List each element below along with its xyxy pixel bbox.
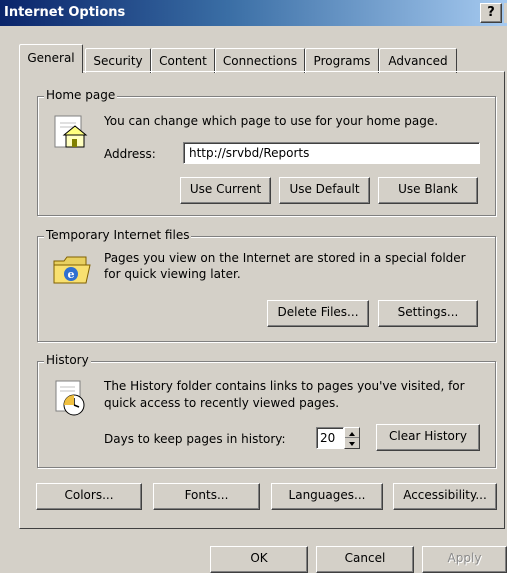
address-input[interactable]: http://srvbd/Reports: [183, 142, 480, 164]
window-title: Internet Options: [4, 5, 126, 20]
temporary-files-description-line-1: Pages you view on the Internet are store…: [104, 251, 466, 265]
home-page-description: You can change which page to use for you…: [104, 114, 439, 128]
days-input[interactable]: 20: [316, 427, 344, 449]
settings-button[interactable]: Settings...: [378, 300, 478, 327]
spin-down-button[interactable]: [345, 438, 359, 448]
spin-up-button[interactable]: [345, 428, 359, 438]
tab-general[interactable]: General: [19, 44, 83, 73]
home-page-legend: Home page: [44, 88, 118, 102]
fonts-button[interactable]: Fonts...: [153, 483, 260, 510]
use-blank-button[interactable]: Use Blank: [378, 177, 478, 204]
days-label: Days to keep pages in history:: [104, 432, 286, 446]
days-spinner[interactable]: [344, 427, 360, 449]
ok-button[interactable]: OK: [210, 546, 308, 573]
cancel-button[interactable]: Cancel: [316, 546, 414, 573]
languages-button[interactable]: Languages...: [271, 483, 383, 510]
svg-text:e: e: [68, 268, 75, 281]
title-bar[interactable]: Internet Options ?: [0, 0, 507, 26]
tab-advanced[interactable]: Advanced: [379, 48, 457, 73]
history-description-line-2: quick access to recently viewed pages.: [104, 396, 340, 410]
address-label: Address:: [104, 147, 156, 161]
tab-programs[interactable]: Programs: [305, 48, 379, 73]
tab-connections[interactable]: Connections: [215, 48, 305, 73]
tab-label: Security: [93, 54, 143, 68]
home-page-icon: [54, 115, 88, 148]
apply-button[interactable]: Apply: [422, 546, 507, 573]
tab-label: Programs: [313, 54, 371, 68]
use-current-button[interactable]: Use Current: [180, 177, 271, 204]
help-button[interactable]: ?: [480, 3, 502, 23]
accessibility-button[interactable]: Accessibility...: [393, 483, 497, 510]
arrow-down-icon: [349, 442, 355, 446]
history-legend: History: [44, 353, 91, 367]
internet-folder-icon: e: [53, 256, 91, 284]
use-default-button[interactable]: Use Default: [279, 177, 370, 204]
tab-label: Content: [159, 54, 207, 68]
history-description-line-1: The History folder contains links to pag…: [104, 379, 465, 393]
clear-history-button[interactable]: Clear History: [376, 424, 480, 451]
tab-label: Connections: [222, 54, 298, 68]
temporary-files-legend: Temporary Internet files: [44, 228, 192, 242]
temporary-files-description-line-2: for quick viewing later.: [104, 267, 241, 281]
tab-content[interactable]: Content: [151, 48, 215, 73]
tab-security[interactable]: Security: [85, 48, 151, 73]
colors-button[interactable]: Colors...: [36, 483, 142, 510]
history-icon: [55, 380, 85, 416]
tab-label: Advanced: [388, 54, 448, 68]
tab-label: General: [27, 51, 75, 65]
delete-files-button[interactable]: Delete Files...: [267, 300, 369, 327]
